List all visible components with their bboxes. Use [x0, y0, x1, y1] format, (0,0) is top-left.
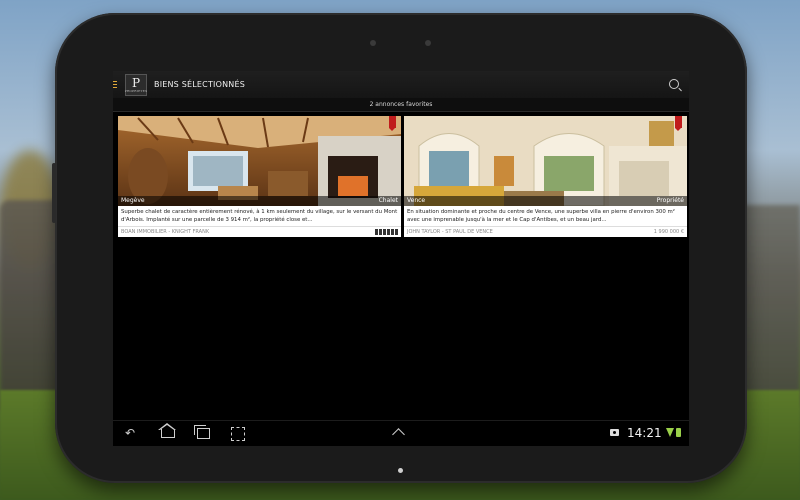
listing-type: Chalet	[378, 197, 398, 204]
listing-price: 1 990 000 €	[653, 229, 684, 235]
listing-card[interactable]: Megève Chalet Superbe chalet de caractèr…	[118, 116, 401, 237]
listing-agency: JOHN TAYLOR - ST PAUL DE VENCE	[407, 229, 493, 235]
listing-description: En situation dominante et proche du cent…	[407, 209, 675, 223]
camera-notification-icon[interactable]	[610, 429, 619, 436]
favorite-bookmark-icon[interactable]	[675, 116, 682, 131]
listing-location: Megève	[121, 197, 145, 204]
chevron-up-icon[interactable]	[392, 428, 405, 441]
photo-caption: Megève Chalet	[118, 196, 401, 206]
photo-caption: Vence Propriété	[404, 196, 687, 206]
drawer-menu-icon[interactable]	[113, 81, 119, 88]
system-navigation-bar: 14:21	[113, 420, 689, 446]
logo-letter: P	[131, 75, 141, 90]
listing-photo[interactable]: Megève Chalet	[118, 116, 401, 206]
listing-description: Superbe chalet de caractère entièrement …	[121, 209, 398, 223]
favorites-count: 2 annonces favorites	[113, 98, 689, 112]
battery-icon	[676, 428, 681, 437]
tablet-device: P PROPRIETES BIENS SÉLECTIONNÉS 2 annonc…	[52, 13, 747, 483]
action-bar: P PROPRIETES BIENS SÉLECTIONNÉS	[113, 71, 689, 98]
screen: P PROPRIETES BIENS SÉLECTIONNÉS 2 annonc…	[113, 71, 689, 446]
home-icon-base[interactable]	[161, 429, 175, 438]
agency-logo-icon	[375, 227, 398, 237]
listing-footer: JOHN TAYLOR - ST PAUL DE VENCE 1 990 000…	[404, 226, 687, 237]
chalet-interior-image	[118, 116, 401, 206]
search-icon[interactable]	[669, 79, 679, 89]
favorite-bookmark-icon[interactable]	[389, 116, 396, 131]
villa-interior-image	[404, 116, 687, 206]
page-title: BIENS SÉLECTIONNÉS	[154, 80, 245, 89]
logo-subtitle: PROPRIETES	[124, 88, 148, 93]
sensor-icon	[425, 40, 431, 46]
status-clock[interactable]: 14:21	[627, 425, 662, 441]
screenshot-icon[interactable]	[231, 427, 245, 441]
listing-footer: BOAN IMMOBILIER - KNIGHT FRANK	[118, 226, 401, 237]
listing-photo[interactable]: Vence Propriété	[404, 116, 687, 206]
listing-agency: BOAN IMMOBILIER - KNIGHT FRANK	[121, 229, 210, 235]
front-camera-icon	[370, 40, 376, 46]
listing-location: Vence	[407, 197, 426, 204]
recent-apps-icon[interactable]	[194, 425, 210, 439]
back-icon[interactable]	[125, 427, 139, 439]
listing-card[interactable]: Vence Propriété En situation dominante e…	[404, 116, 687, 237]
app-logo[interactable]: P PROPRIETES	[124, 73, 148, 96]
listing-type: Propriété	[656, 197, 684, 204]
volume-button	[52, 163, 56, 223]
notification-led	[398, 468, 403, 473]
wifi-signal-icon	[666, 428, 674, 437]
